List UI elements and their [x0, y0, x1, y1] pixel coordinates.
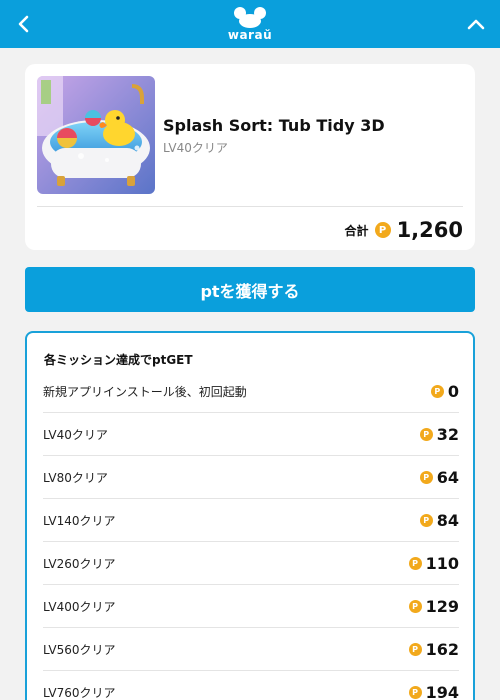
point-coin-icon: P	[430, 385, 444, 398]
mission-points: P 194	[408, 682, 459, 700]
mission-row: LV560クリア P 162	[43, 628, 459, 671]
mission-name: LV560クリア	[43, 642, 116, 657]
app-title: Splash Sort: Tub Tidy 3D	[163, 116, 385, 135]
app-card: Splash Sort: Tub Tidy 3D LV40クリア 合計 P 1,…	[25, 64, 475, 250]
point-coin-icon: P	[408, 599, 422, 613]
point-coin-icon: P	[408, 642, 422, 656]
mission-name: 新規アプリインストール後、初回起動	[43, 385, 247, 399]
mission-points: P 84	[419, 510, 459, 530]
mission-points-value: 32	[436, 424, 459, 444]
total-row: 合計 P 1,260	[345, 216, 463, 244]
mission-row: LV260クリア P 110	[43, 542, 459, 585]
collapse-button[interactable]	[462, 10, 490, 38]
mission-row: LV40クリア P 32	[43, 413, 459, 456]
mission-points: P0	[430, 382, 459, 401]
app-thumbnail[interactable]	[37, 76, 155, 194]
top-bar: waraŭ	[0, 0, 500, 48]
waraū-logo[interactable]: waraŭ	[226, 6, 274, 42]
mission-points-value: 110	[425, 553, 459, 573]
missions-panel: 各ミッション達成でptGET 新規アプリインストール後、初回起動 P 0 LV40クリ…	[25, 331, 475, 700]
mission-points-value: 84	[436, 510, 459, 530]
mission-points-value: 64	[436, 467, 459, 487]
bathtub-duck-image	[37, 76, 155, 194]
total-label: 合計	[344, 223, 369, 238]
mission-row: 新規アプリインストール後、初回起動 P 0	[43, 371, 459, 413]
logo-mark-icon	[234, 7, 266, 28]
mission-points-value: 129	[425, 596, 459, 616]
point-coin-icon: P	[419, 470, 433, 484]
chevron-up-icon	[467, 19, 485, 30]
point-coin-icon: P	[408, 556, 422, 570]
total-value: 1,260	[396, 218, 463, 242]
mission-points: P 110	[408, 553, 459, 573]
mission-points-value: 194	[425, 682, 459, 700]
mission-points: P 129	[408, 596, 459, 616]
missions-heading: 各ミッション達成でptGET	[44, 353, 193, 367]
mission-name: LV760クリア	[43, 685, 116, 700]
app-subtitle: LV40クリア	[163, 141, 228, 155]
mission-name: LV40クリア	[43, 427, 108, 442]
mission-points-value: 162	[425, 639, 459, 659]
divider	[37, 206, 463, 207]
point-coin-icon: P	[419, 513, 433, 527]
mission-list: 新規アプリインストール後、初回起動 P 0 LV40クリア P 32 LV80クリア P 64 L…	[43, 371, 459, 700]
back-button[interactable]	[10, 10, 38, 38]
mission-points-value: 0	[447, 382, 459, 401]
mission-row: LV400クリア P 129	[43, 585, 459, 628]
point-coin-icon: P	[419, 427, 433, 441]
get-points-button[interactable]: ptを獲得する	[25, 267, 475, 312]
mission-row: LV140クリア P 84	[43, 499, 459, 542]
mission-name: LV140クリア	[43, 513, 116, 528]
mission-name: LV260クリア	[43, 556, 116, 571]
logo-text: waraŭ	[227, 28, 273, 42]
mission-points: P 32	[419, 424, 459, 444]
mission-name: LV80クリア	[43, 470, 108, 485]
mission-points: P 162	[408, 639, 459, 659]
mission-points: P 64	[419, 467, 459, 487]
mission-row: LV760クリア P 194	[43, 671, 459, 700]
mission-name: LV400クリア	[43, 599, 116, 614]
mission-row: LV80クリア P 64	[43, 456, 459, 499]
chevron-left-icon	[18, 15, 29, 33]
point-coin-icon: P	[408, 685, 422, 699]
point-coin-icon: P	[374, 222, 391, 238]
